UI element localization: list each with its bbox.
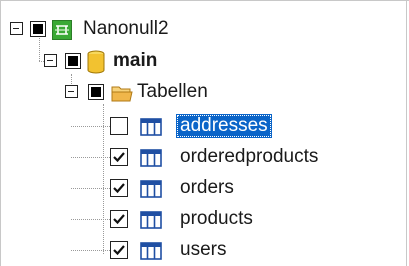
database-cylinder-icon bbox=[87, 50, 105, 79]
tree-node-table[interactable]: users bbox=[0, 238, 409, 266]
tree-node-folder[interactable]: Tabellen bbox=[0, 80, 409, 108]
table-icon bbox=[140, 211, 162, 234]
schema-tree-panel: Nanonull2 main Tabellen addresses ordere… bbox=[0, 0, 409, 266]
database-connection-icon bbox=[52, 20, 72, 45]
node-label: orders bbox=[180, 177, 234, 198]
table-checkbox[interactable] bbox=[110, 148, 128, 166]
table-icon bbox=[140, 242, 162, 265]
table-checkbox[interactable] bbox=[110, 117, 128, 135]
tree-node-schema[interactable]: main bbox=[0, 49, 409, 77]
node-label: products bbox=[180, 208, 253, 229]
collapse-toggle[interactable] bbox=[10, 22, 23, 35]
tree-node-table[interactable]: orderedproducts bbox=[0, 145, 409, 173]
checkmark-icon bbox=[113, 245, 125, 256]
table-checkbox[interactable] bbox=[110, 210, 128, 228]
table-checkbox[interactable] bbox=[110, 241, 128, 259]
table-icon bbox=[140, 180, 162, 203]
collapse-toggle[interactable] bbox=[44, 54, 57, 67]
checkmark-icon bbox=[113, 152, 125, 163]
folder-icon bbox=[111, 83, 133, 108]
node-label: orderedproducts bbox=[180, 146, 319, 167]
tri-state-checkbox[interactable] bbox=[65, 53, 81, 69]
node-label: addresses bbox=[176, 114, 272, 138]
node-label: users bbox=[180, 239, 227, 260]
tri-state-checkbox[interactable] bbox=[30, 21, 46, 37]
table-icon bbox=[140, 149, 162, 172]
node-label: main bbox=[113, 50, 158, 71]
tree-node-table[interactable]: addresses bbox=[0, 114, 409, 142]
node-label: Nanonull2 bbox=[83, 18, 169, 39]
table-checkbox[interactable] bbox=[110, 179, 128, 197]
checkmark-icon bbox=[113, 214, 125, 225]
panel-border-top bbox=[0, 0, 409, 1]
tree-node-connection[interactable]: Nanonull2 bbox=[0, 17, 409, 45]
tri-state-checkbox[interactable] bbox=[88, 84, 104, 100]
tree-node-table[interactable]: orders bbox=[0, 176, 409, 204]
table-icon bbox=[140, 118, 162, 141]
collapse-toggle[interactable] bbox=[65, 85, 78, 98]
checkmark-icon bbox=[113, 183, 125, 194]
tree-node-table[interactable]: products bbox=[0, 207, 409, 235]
node-label: Tabellen bbox=[137, 81, 208, 102]
